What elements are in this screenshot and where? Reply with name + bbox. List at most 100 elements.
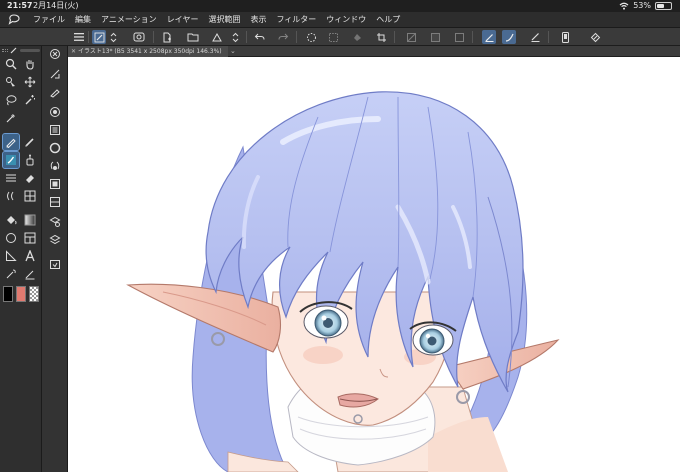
menu-animation[interactable]: アニメーション xyxy=(96,12,162,28)
close-tab-icon[interactable]: ✕ xyxy=(71,46,76,57)
pressure-pen-icon[interactable] xyxy=(502,30,516,44)
brush-size-tool-icon[interactable] xyxy=(92,30,106,44)
hand-icon[interactable] xyxy=(22,56,38,72)
main-color-swatch[interactable] xyxy=(3,286,13,302)
snap-grid-icon[interactable] xyxy=(452,30,466,44)
tab-dropdown-icon[interactable]: ⌄ xyxy=(230,46,236,57)
palette-slider[interactable] xyxy=(20,48,40,52)
color-history-icon[interactable] xyxy=(47,176,63,192)
menu-edit[interactable]: 編集 xyxy=(70,12,96,28)
canvas-transform-icon[interactable] xyxy=(47,66,63,82)
battery-fill xyxy=(657,4,664,8)
toolbar-separator xyxy=(88,31,89,43)
frame-border-icon[interactable] xyxy=(22,230,38,246)
illustration-artwork xyxy=(126,91,560,472)
lasso-icon[interactable] xyxy=(3,92,19,108)
toolbar-separator xyxy=(472,31,473,43)
menu-file[interactable]: ファイル xyxy=(28,12,70,28)
export-icon[interactable] xyxy=(210,30,224,44)
menu-layer[interactable]: レイヤー xyxy=(162,12,204,28)
pen-icon xyxy=(10,47,17,53)
loading-spinner-icon[interactable] xyxy=(304,30,318,44)
menu-selection[interactable]: 選択範囲 xyxy=(203,12,245,28)
status-date: 2月14日(火) xyxy=(33,1,79,10)
magic-wand-icon[interactable] xyxy=(22,92,38,108)
document-tab-label: イラスト13* (B5 3541 x 2508px 350dpi 146.3%) xyxy=(78,48,222,55)
open-folder-icon[interactable] xyxy=(186,30,200,44)
airbrush-icon[interactable] xyxy=(22,152,38,168)
redo-icon[interactable] xyxy=(276,30,290,44)
balloon-icon[interactable] xyxy=(3,266,19,282)
pen-tool-icon[interactable] xyxy=(2,133,20,151)
tool-palette xyxy=(0,46,42,472)
clip-studio-app: 21:57 2月14日(火) 53% ファイル 編集 アニメーション レイヤー … xyxy=(0,0,680,472)
layer-property-icon[interactable] xyxy=(47,214,63,230)
brush-icon[interactable] xyxy=(2,151,20,169)
gradient-icon[interactable] xyxy=(22,212,38,228)
fill-icon[interactable] xyxy=(350,30,364,44)
status-time: 21:57 xyxy=(7,1,33,10)
document-tab-bar: ✕ イラスト13* (B5 3541 x 2508px 350dpi 146.3… xyxy=(68,46,680,57)
menu-help[interactable]: ヘルプ xyxy=(371,12,405,28)
tool-palette-header xyxy=(2,46,40,54)
color-set-icon[interactable] xyxy=(47,158,63,174)
status-right: 53% xyxy=(619,0,672,12)
pattern-icon[interactable] xyxy=(22,188,38,204)
intermediate-color-icon[interactable] xyxy=(47,194,63,210)
toolbar-separator xyxy=(153,31,154,43)
correct-line-icon[interactable] xyxy=(22,266,38,282)
layer-icon[interactable] xyxy=(47,232,63,248)
sub-tool-pen-icon[interactable] xyxy=(47,84,63,100)
toolbar-separator xyxy=(246,31,247,43)
reference-layer-icon[interactable] xyxy=(132,30,146,44)
figure-circle-icon[interactable] xyxy=(3,230,19,246)
color-wheel-icon[interactable] xyxy=(47,140,63,156)
app-logo-icon[interactable] xyxy=(0,12,28,28)
toolbar-separator xyxy=(548,31,549,43)
transparent-color-swatch[interactable] xyxy=(29,286,39,302)
stepper-arrows-icon[interactable] xyxy=(228,30,242,44)
undo-icon[interactable] xyxy=(252,30,266,44)
ruler-tool-icon[interactable] xyxy=(3,248,19,264)
menu-filter[interactable]: フィルター xyxy=(271,12,321,28)
clear-selection-icon[interactable] xyxy=(326,30,340,44)
command-sub-palette xyxy=(42,46,68,472)
hamburger-menu-icon[interactable] xyxy=(72,30,86,44)
battery-icon xyxy=(655,2,672,10)
object-select-icon[interactable] xyxy=(3,74,19,90)
vector-pen-icon[interactable] xyxy=(528,30,542,44)
smartphone-icon[interactable] xyxy=(558,30,572,44)
new-document-icon[interactable] xyxy=(160,30,174,44)
blend-icon[interactable] xyxy=(3,188,19,204)
sub-color-swatch[interactable] xyxy=(16,286,26,302)
menu-view[interactable]: 表示 xyxy=(245,12,271,28)
close-panel-icon[interactable] xyxy=(47,46,63,62)
decoration-icon[interactable] xyxy=(3,170,19,186)
ipad-status-bar: 21:57 2月14日(火) 53% xyxy=(0,0,680,12)
zoom-icon[interactable] xyxy=(3,56,19,72)
crop-icon[interactable] xyxy=(374,30,388,44)
move-icon[interactable] xyxy=(22,74,38,90)
palette-grip-icon xyxy=(2,48,8,52)
toolbar-separator xyxy=(394,31,395,43)
wifi-icon xyxy=(619,2,629,10)
fill-bucket-icon[interactable] xyxy=(3,212,19,228)
eraser-icon[interactable] xyxy=(22,170,38,186)
ruler-icon[interactable] xyxy=(404,30,418,44)
text-icon[interactable] xyxy=(22,248,38,264)
document-tab[interactable]: ✕ イラスト13* (B5 3541 x 2508px 350dpi 146.3… xyxy=(68,46,228,57)
stabilizer-pen-icon[interactable] xyxy=(482,30,496,44)
toolbar-separator xyxy=(296,31,297,43)
snap-ruler-icon[interactable] xyxy=(428,30,442,44)
stepper-arrows-icon[interactable] xyxy=(106,30,120,44)
menu-bar: ファイル 編集 アニメーション レイヤー 選択範囲 表示 フィルター ウィンドウ… xyxy=(0,12,680,28)
menu-window[interactable]: ウィンドウ xyxy=(321,12,371,28)
material-icon[interactable] xyxy=(47,256,63,272)
tool-property-icon[interactable] xyxy=(47,122,63,138)
pencil-icon[interactable] xyxy=(22,134,38,150)
companion-app-icon[interactable] xyxy=(588,30,602,44)
drawing-canvas[interactable] xyxy=(68,57,680,472)
command-bar xyxy=(0,28,680,46)
brush-size-palette-icon[interactable] xyxy=(47,104,63,120)
eyedropper-icon[interactable] xyxy=(3,110,19,126)
